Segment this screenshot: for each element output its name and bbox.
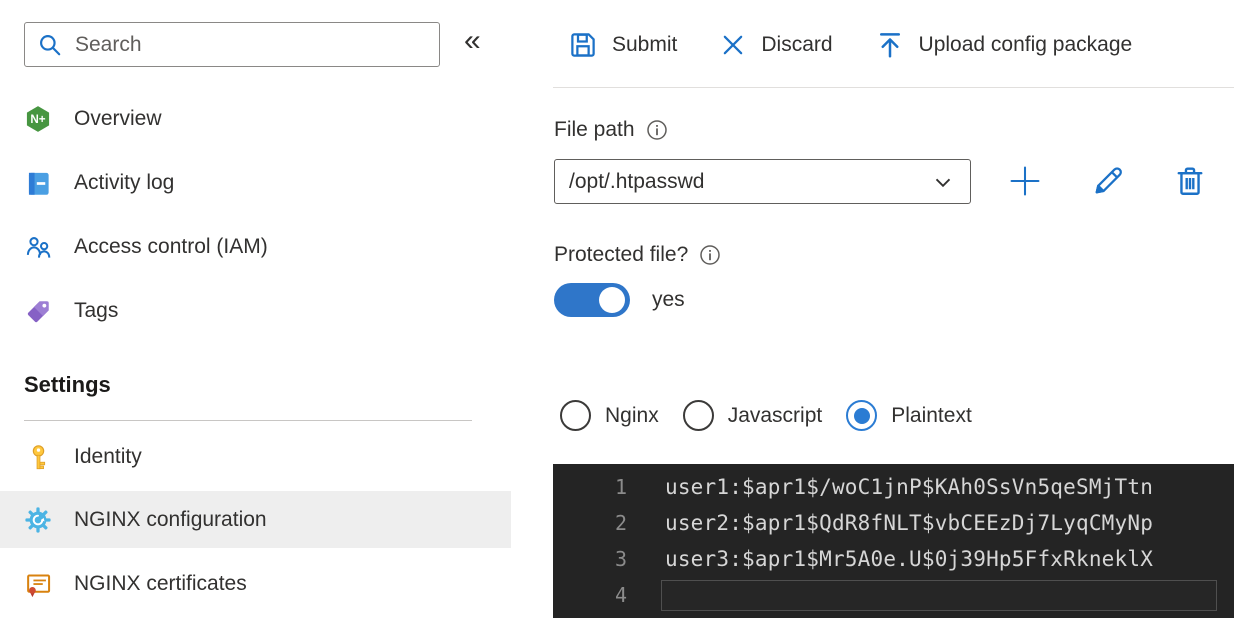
sidebar-item-label: Access control (IAM) — [74, 235, 268, 258]
toolbar: Submit Discard Upload config package — [568, 24, 1132, 66]
protected-file-label: Protected file? — [554, 243, 689, 266]
radio-circle — [846, 400, 878, 431]
sidebar-item-access-control[interactable]: Access control (IAM) — [0, 217, 511, 277]
sidebar-item-label: Tags — [74, 299, 119, 322]
line-number: 3 — [614, 547, 627, 571]
radio-nginx[interactable]: Nginx — [560, 400, 659, 431]
plus-icon — [1010, 166, 1040, 196]
chevron-down-icon — [935, 178, 951, 187]
info-icon[interactable] — [645, 118, 669, 142]
file-path-dropdown[interactable]: /opt/.htpasswd — [554, 159, 971, 204]
radio-label: Plaintext — [891, 403, 972, 427]
sidebar-item-nginx-configuration[interactable]: NGINX configuration — [0, 491, 511, 548]
gear-sync-icon — [24, 506, 52, 534]
file-path-label-row: File path — [554, 118, 669, 142]
sidebar-item-nginx-certificates[interactable]: NGINX certificates — [0, 557, 511, 611]
sidebar-item-identity[interactable]: Identity — [0, 430, 511, 484]
syntax-radio-group: Nginx Javascript Plaintext — [560, 400, 972, 431]
editor-line[interactable]: 1 user1:$apr1$/woC1jnP$KAh0SsVn5qeSMjTtn — [553, 469, 1234, 505]
tags-icon — [24, 297, 52, 325]
submit-label: Submit — [612, 33, 678, 56]
key-icon — [24, 443, 52, 471]
sidebar-item-activity-log[interactable]: Activity log — [0, 153, 511, 213]
access-control-icon — [24, 233, 52, 261]
pencil-icon — [1095, 167, 1122, 194]
sidebar-item-overview[interactable]: N+ Overview — [0, 89, 511, 149]
certificate-icon — [24, 570, 52, 598]
protected-file-toggle-row: yes — [554, 283, 685, 317]
editor-line[interactable]: 3 user3:$apr1$Mr5A0e.U$0j39Hp5FfxRkneklX — [553, 541, 1234, 577]
line-number: 4 — [614, 583, 627, 607]
delete-file-button[interactable] — [1167, 158, 1213, 204]
discard-button[interactable]: Discard — [719, 31, 833, 59]
editor-current-line-box[interactable] — [661, 580, 1217, 611]
nginx-configuration-panel: Submit Discard Upload config package Fil… — [553, 0, 1234, 618]
trash-icon — [1177, 167, 1203, 195]
collapse-sidebar-icon[interactable]: « — [464, 26, 481, 56]
sidebar-item-label: Overview — [74, 107, 162, 130]
search-input[interactable] — [73, 31, 427, 58]
line-text: user3:$apr1$Mr5A0e.U$0j39Hp5FfxRkneklX — [665, 547, 1154, 571]
save-icon — [571, 33, 595, 57]
line-text: user2:$apr1$QdR8fNLT$vbCEEzDj7LyqCMyNp — [665, 511, 1154, 535]
sidebar-item-label: NGINX certificates — [74, 572, 247, 595]
search-box[interactable] — [24, 22, 440, 67]
sidebar-item-label: NGINX configuration — [74, 507, 267, 531]
file-path-label: File path — [554, 118, 635, 141]
line-text: user1:$apr1$/woC1jnP$KAh0SsVn5qeSMjTtn — [665, 475, 1154, 499]
dismiss-icon — [724, 35, 743, 55]
file-path-value: /opt/.htpasswd — [569, 169, 705, 193]
submit-button[interactable]: Submit — [568, 30, 677, 60]
radio-circle — [560, 400, 591, 431]
file-content-editor[interactable]: 1 user1:$apr1$/woC1jnP$KAh0SsVn5qeSMjTtn… — [553, 464, 1234, 618]
svg-text:N+: N+ — [30, 113, 45, 126]
settings-section-header: Settings — [24, 372, 111, 397]
radio-javascript[interactable]: Javascript — [682, 400, 823, 431]
upload-config-package-button[interactable]: Upload config package — [875, 30, 1133, 60]
protected-file-toggle[interactable] — [554, 283, 630, 317]
sidebar-item-label: Activity log — [74, 171, 175, 194]
upload-label: Upload config package — [918, 33, 1133, 56]
toolbar-divider — [553, 87, 1234, 88]
search-icon — [40, 34, 61, 55]
sidebar-divider — [24, 420, 472, 421]
edit-file-button[interactable] — [1085, 158, 1131, 204]
nginx-plus-icon: N+ — [24, 105, 52, 133]
discard-label: Discard — [761, 33, 833, 56]
radio-label: Nginx — [605, 403, 659, 427]
sidebar-item-tags[interactable]: Tags — [0, 281, 511, 341]
add-file-button[interactable] — [1002, 158, 1048, 204]
sidebar-item-label: Identity — [74, 445, 142, 468]
info-icon[interactable] — [698, 243, 722, 267]
protected-file-label-row: Protected file? — [554, 243, 722, 267]
line-number: 2 — [614, 511, 627, 535]
radio-label: Javascript — [727, 403, 823, 427]
toggle-state-label: yes — [652, 288, 685, 311]
line-number: 1 — [614, 475, 627, 499]
radio-circle — [682, 400, 714, 431]
sidebar: « N+ Overview Activity log — [0, 0, 511, 618]
activity-log-icon — [24, 169, 52, 197]
toggle-knob — [599, 287, 625, 313]
editor-line[interactable]: 2 user2:$apr1$QdR8fNLT$vbCEEzDj7LyqCMyNp — [553, 505, 1234, 541]
upload-icon — [879, 33, 900, 58]
radio-plaintext[interactable]: Plaintext — [846, 400, 972, 431]
